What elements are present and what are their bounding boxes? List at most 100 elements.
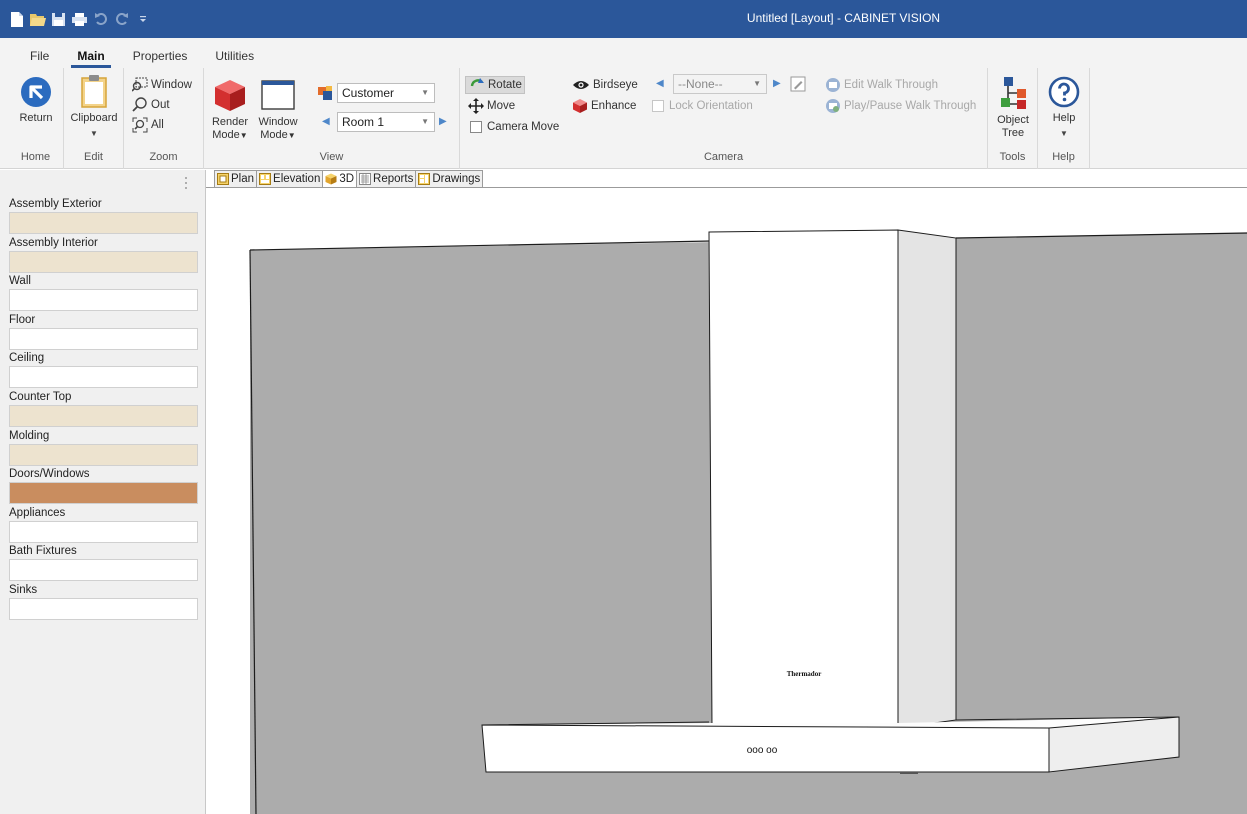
material-label: Assembly Interior (9, 237, 98, 249)
room-select[interactable]: Room 1 ▼ (337, 112, 435, 132)
render-mode-button[interactable]: Render Mode▼ (208, 78, 252, 142)
zoom-all-button[interactable]: All (132, 116, 164, 134)
group-view: Render Mode▼ Window Mode▼ Customer ▼ ◀ R… (204, 68, 460, 169)
tab-plan[interactable]: Plan (214, 170, 258, 187)
zoom-out-button[interactable]: Out (132, 96, 170, 114)
material-swatch[interactable] (9, 212, 198, 234)
zoom-window-label: Window (151, 79, 192, 91)
walk-through-icon (826, 78, 840, 92)
lock-orientation-checkbox[interactable]: Lock Orientation (652, 97, 753, 115)
move-button[interactable]: Move (468, 97, 515, 115)
group-edit: Clipboard ▼ Edit (64, 68, 124, 169)
play-pause-walk-through-button[interactable]: Play/Pause Walk Through (825, 97, 976, 115)
group-label-home: Home (20, 151, 51, 163)
tab-elevation[interactable]: Elevation (256, 170, 324, 187)
room-select-value: Room 1 (342, 115, 385, 129)
material-label: Counter Top (9, 391, 72, 403)
enhance-label: Enhance (591, 100, 637, 112)
drawings-icon (418, 173, 431, 185)
material-swatch[interactable] (9, 251, 198, 273)
zoom-window-button[interactable]: Window (132, 76, 192, 94)
material-label: Appliances (9, 507, 66, 519)
move-arrows-icon (468, 98, 484, 114)
object-tree-label-1: Object (997, 114, 1029, 126)
tab-3d-label: 3D (339, 173, 355, 185)
object-tree-button[interactable]: Object Tree (992, 76, 1034, 140)
material-swatch[interactable] (9, 521, 198, 543)
material-swatch[interactable] (9, 405, 198, 427)
panel-grip-icon[interactable] (184, 176, 188, 190)
3d-viewport[interactable]: Thermador ooo oo (206, 187, 1247, 814)
clipboard-icon (81, 75, 107, 108)
room-prev-arrow[interactable]: ◀ (322, 112, 332, 132)
material-swatch[interactable] (9, 289, 198, 311)
material-label: Wall (9, 275, 31, 287)
material-swatch[interactable] (9, 328, 198, 350)
birdseye-button[interactable]: Birdseye (572, 76, 638, 94)
tab-main[interactable]: Main (63, 48, 118, 68)
camera-move-check[interactable] (470, 121, 482, 133)
view-tabs: Plan Elevation 3D Reports Drawings (206, 170, 484, 187)
camera-view-value: --None-- (678, 77, 723, 91)
return-button[interactable]: Return (12, 76, 60, 125)
title-bar: Untitled [Layout] - CABINET VISION (0, 0, 1247, 38)
hood-brand-logo: Thermador (787, 670, 822, 678)
hood-chimney-side (897, 229, 957, 729)
room-next-arrow[interactable]: ▶ (439, 112, 449, 132)
clipboard-dropdown-icon: ▼ (90, 129, 98, 138)
tab-plan-label: Plan (231, 173, 255, 185)
tab-properties[interactable]: Properties (119, 48, 202, 68)
group-label-zoom: Zoom (149, 151, 178, 163)
customer-select[interactable]: Customer ▼ (337, 83, 435, 103)
zoom-all-label: All (151, 119, 164, 131)
window-title: Untitled [Layout] - CABINET VISION (746, 11, 941, 25)
group-label-view: View (319, 151, 344, 163)
lock-orientation-check[interactable] (652, 100, 664, 112)
tab-drawings[interactable]: Drawings (415, 170, 484, 187)
camera-view-select[interactable]: --None-- ▼ (673, 74, 767, 94)
tab-drawings-label: Drawings (432, 173, 481, 185)
clipboard-button[interactable]: Clipboard ▼ (66, 74, 122, 140)
elevation-icon (259, 173, 272, 185)
play-pause-walk-through-label: Play/Pause Walk Through (844, 100, 977, 112)
tab-3d[interactable]: 3D (322, 170, 358, 187)
return-label: Return (19, 112, 53, 124)
tab-reports[interactable]: Reports (356, 170, 417, 187)
help-dropdown-icon: ▼ (1060, 129, 1068, 138)
tab-reports-label: Reports (373, 173, 414, 185)
material-swatch[interactable] (9, 598, 198, 620)
edit-view-icon[interactable] (790, 76, 806, 92)
material-swatch[interactable] (9, 366, 198, 388)
tab-file[interactable]: File (16, 48, 63, 68)
object-tree-icon (1001, 77, 1026, 109)
tab-utilities[interactable]: Utilities (201, 48, 268, 68)
materials-panel: Assembly Exterior Assembly Interior Wall Fl… (0, 170, 206, 814)
render-mode-dropdown-icon: ▼ (239, 131, 248, 140)
move-label: Move (487, 100, 516, 112)
ribbon: File Main Properties Utilities Return Ho… (0, 38, 1247, 169)
enhance-cube-icon (573, 99, 587, 113)
lock-orientation-label: Lock Orientation (669, 100, 753, 112)
zoom-window-icon (132, 77, 148, 92)
material-swatch[interactable] (9, 444, 198, 466)
edit-walk-through-button[interactable]: Edit Walk Through (825, 76, 938, 94)
help-button[interactable]: Help ▼ (1042, 76, 1086, 140)
birdseye-label: Birdseye (593, 79, 638, 91)
window-mode-label-2: Mode (260, 129, 288, 141)
render-mode-label-1: Render (211, 116, 249, 128)
3d-scene: Thermador ooo oo (249, 229, 1247, 814)
group-help: Help ▼ Help (1038, 68, 1090, 169)
material-swatch[interactable] (9, 482, 198, 504)
rotate-button[interactable]: Rotate (465, 76, 525, 94)
play-walk-icon (826, 99, 840, 113)
material-swatch[interactable] (9, 559, 198, 581)
enhance-button[interactable]: Enhance (572, 97, 636, 115)
window-mode-button[interactable]: Window Mode▼ (254, 78, 302, 142)
camera-next-arrow[interactable]: ▶ (773, 74, 783, 94)
camera-move-checkbox[interactable]: Camera Move (470, 118, 559, 136)
material-label: Molding (9, 430, 50, 442)
camera-prev-arrow[interactable]: ◀ (656, 74, 666, 94)
reports-icon (359, 173, 372, 185)
group-tools: Object Tree Tools (988, 68, 1038, 169)
eye-icon (573, 81, 589, 89)
